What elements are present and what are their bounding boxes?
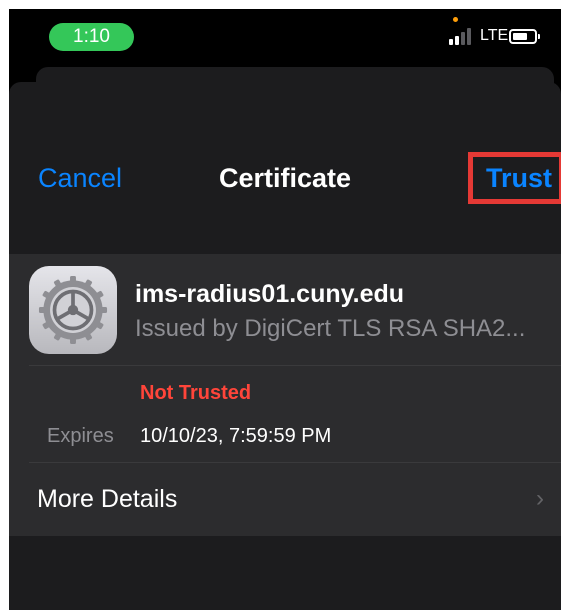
more-details-row[interactable]: More Details › xyxy=(9,462,561,536)
network-type: LTE xyxy=(480,27,509,44)
more-details-label: More Details xyxy=(37,485,178,513)
cancel-button[interactable]: Cancel xyxy=(38,163,122,194)
chevron-right-icon: › xyxy=(536,485,544,512)
certificate-issuer: Issued by DigiCert TLS RSA SHA2... xyxy=(135,315,526,342)
expires-label: Expires xyxy=(47,425,114,447)
expires-value: 10/10/23, 7:59:59 PM xyxy=(140,425,332,447)
certificate-card: ims-radius01.cuny.edu Issued by DigiCert… xyxy=(9,254,561,536)
divider xyxy=(29,365,561,366)
gear-icon xyxy=(29,266,117,354)
certificate-name: ims-radius01.cuny.edu xyxy=(135,280,405,308)
trust-status-badge: Not Trusted xyxy=(140,382,252,404)
battery-icon xyxy=(509,29,537,44)
trust-button[interactable]: Trust xyxy=(486,163,552,194)
privacy-indicator-dot xyxy=(453,17,458,22)
phone-screen: 1:10 LTE Certificate Cancel Trust ims-ra… xyxy=(9,9,561,610)
cellular-signal-icon xyxy=(449,28,475,45)
battery-cap xyxy=(538,34,540,39)
status-time[interactable]: 1:10 xyxy=(49,23,134,51)
